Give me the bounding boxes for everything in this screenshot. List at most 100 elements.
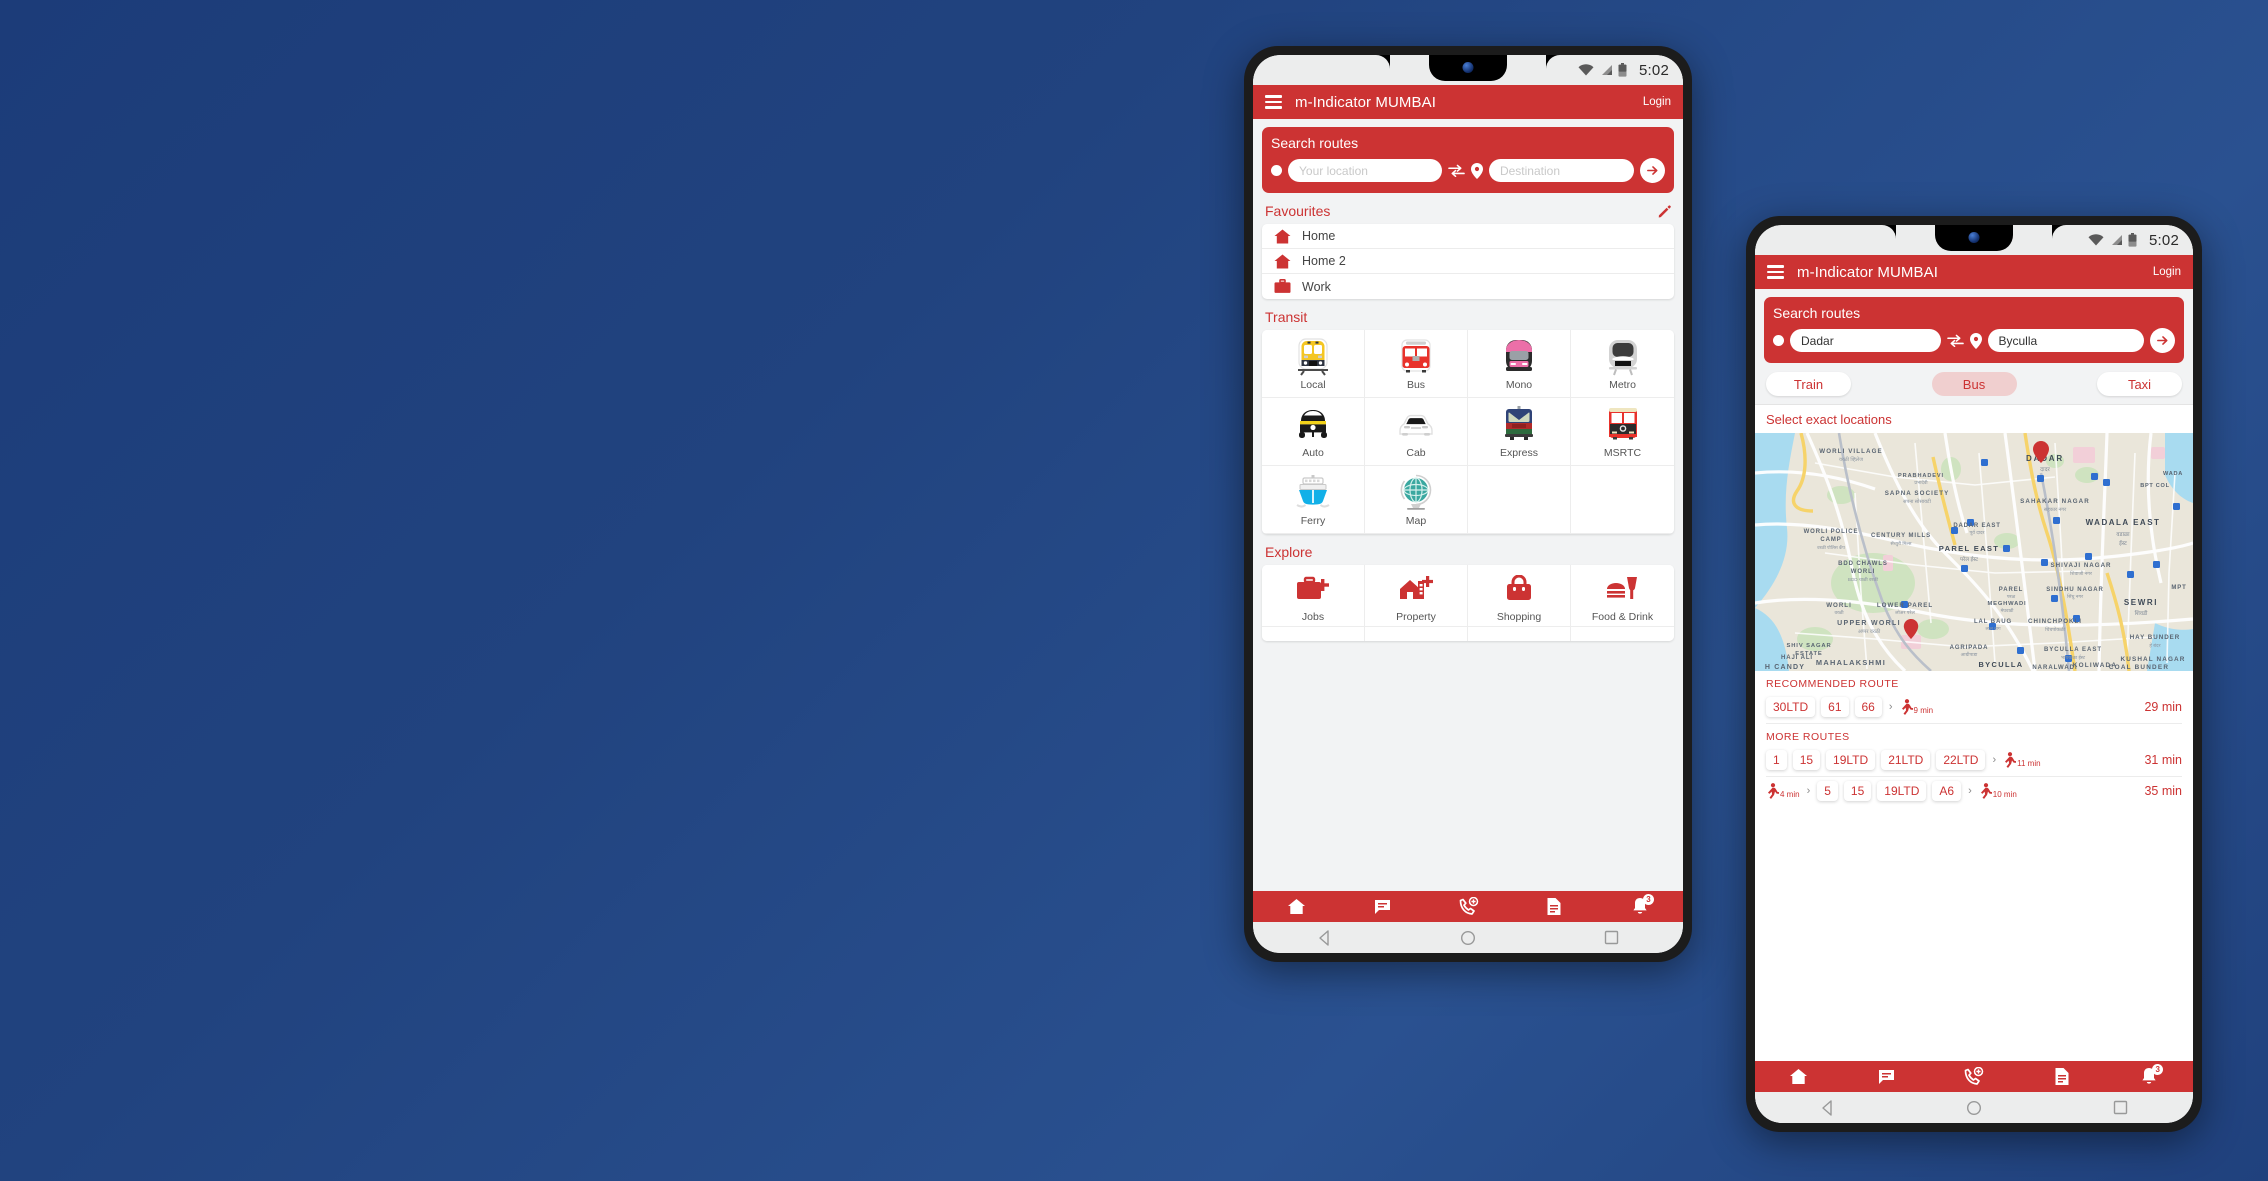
login-button[interactable]: Login: [1643, 96, 1671, 108]
svg-text:CHINCHPOKLI: CHINCHPOKLI: [2028, 618, 2082, 625]
explore-tile-jobs[interactable]: Jobs: [1262, 565, 1365, 627]
svg-text:WADA: WADA: [2163, 471, 2183, 477]
route-chip[interactable]: 61: [1821, 697, 1849, 717]
route-chip[interactable]: 1: [1766, 750, 1787, 770]
arrow-right-icon: [1647, 166, 1658, 175]
transit-tile-mono[interactable]: Mono: [1468, 330, 1571, 398]
explore-tile-property[interactable]: Property: [1365, 565, 1468, 627]
explore-tile-food-drink[interactable]: Food & Drink: [1571, 565, 1674, 627]
svg-text:BDD चाळी वरळी: BDD चाळी वरळी: [1848, 576, 1879, 582]
chevron-right-icon: ›: [1968, 785, 1972, 797]
notch-shoulder-left: [1376, 55, 1390, 69]
route-row[interactable]: 30LTD 61 66 › 9 min 29 min: [1766, 693, 2182, 724]
route-chip[interactable]: 15: [1843, 781, 1872, 801]
route-chip[interactable]: 5: [1817, 781, 1838, 801]
transit-tile-metro[interactable]: Metro: [1571, 330, 1674, 398]
route-chip[interactable]: 30LTD: [1766, 697, 1816, 717]
list-item[interactable]: Home: [1262, 224, 1674, 249]
hamburger-icon[interactable]: [1767, 265, 1784, 279]
back-triangle-icon[interactable]: [1820, 1099, 1836, 1116]
route-chip[interactable]: 66: [1854, 697, 1882, 717]
recents-square-icon[interactable]: [1604, 930, 1619, 945]
svg-text:PAREL: PAREL: [1999, 587, 2023, 593]
bus-icon: [1397, 337, 1435, 377]
home-circle-icon[interactable]: [1460, 930, 1476, 946]
route-chip[interactable]: A6: [1932, 781, 1962, 801]
transit-tile-label: Local: [1300, 378, 1326, 391]
destination-input[interactable]: Byculla: [1987, 329, 2144, 352]
home-circle-icon[interactable]: [1966, 1100, 1982, 1116]
hamburger-icon[interactable]: [1265, 95, 1282, 109]
nav-document[interactable]: [2042, 1061, 2082, 1092]
search-go-button[interactable]: [1640, 158, 1665, 183]
transit-tile-cab[interactable]: Cab: [1365, 398, 1468, 466]
swap-arrows-icon[interactable]: [1448, 164, 1465, 177]
battery-icon: [2128, 233, 2137, 247]
tab-train[interactable]: Train: [1766, 372, 1851, 396]
list-item[interactable]: Home 2: [1262, 249, 1674, 274]
transit-tile-msrtc[interactable]: MSRTC: [1571, 398, 1674, 466]
transit-tile-map[interactable]: Map: [1365, 466, 1468, 534]
tab-bus[interactable]: Bus: [1931, 372, 2017, 396]
list-item[interactable]: Work: [1262, 274, 1674, 299]
explore-tile-shopping[interactable]: Shopping: [1468, 565, 1571, 627]
svg-text:SAHAKAR NAGAR: SAHAKAR NAGAR: [2020, 498, 2090, 505]
msrtc-bus-icon: [1604, 405, 1642, 445]
walk-duration: 9 min: [1913, 706, 1934, 715]
map-pin-icon: [1969, 332, 1982, 349]
nav-chat[interactable]: [1362, 891, 1402, 922]
transit-tile-label: Ferry: [1300, 514, 1326, 527]
login-button[interactable]: Login: [2153, 266, 2181, 278]
destination-input[interactable]: Destination: [1488, 159, 1634, 182]
route-row[interactable]: 4 min › 5 15 19LTD A6 › 10 min 35 min: [1766, 777, 2182, 807]
svg-text:लाल बाग: लाल बाग: [1985, 626, 2001, 631]
svg-text:BYCULLA: BYCULLA: [1978, 660, 2023, 669]
svg-text:NARALWADI: NARALWADI: [2032, 665, 2077, 671]
svg-text:सहकार नगर: सहकार नगर: [2044, 507, 2067, 513]
nav-call-add[interactable]: [1448, 891, 1488, 922]
transit-tile-ferry[interactable]: Ferry: [1262, 466, 1365, 534]
favourites-title: Favourites: [1265, 203, 1331, 219]
route-row[interactable]: 1 15 19LTD 21LTD 22LTD › 11 min 31 min: [1766, 746, 2182, 777]
svg-text:मेघवाडी: मेघवाडी: [2001, 607, 2015, 613]
pencil-icon[interactable]: [1658, 204, 1671, 218]
transit-tile-express[interactable]: Express: [1468, 398, 1571, 466]
nav-notifications[interactable]: 3: [1620, 891, 1660, 922]
bottom-navigation: 3: [1253, 891, 1683, 922]
express-train-icon: [1500, 405, 1538, 445]
svg-text:MEGHWADI: MEGHWADI: [1988, 601, 2027, 607]
swap-arrows-icon[interactable]: [1946, 334, 1964, 347]
svg-text:शिवडी: शिवडी: [2135, 609, 2148, 617]
transit-title: Transit: [1265, 309, 1308, 325]
svg-text:CAMP: CAMP: [1820, 537, 1841, 543]
favourites-card: Home Home 2 Work: [1262, 224, 1674, 299]
back-triangle-icon[interactable]: [1317, 929, 1333, 946]
recents-square-icon[interactable]: [2113, 1100, 2128, 1115]
route-chip[interactable]: 15: [1792, 750, 1821, 770]
recommended-route-header: RECOMMENDED ROUTE: [1766, 678, 1899, 690]
nav-home[interactable]: [1276, 891, 1316, 922]
origin-input[interactable]: Your location: [1288, 159, 1442, 182]
transit-tile-auto[interactable]: Auto: [1262, 398, 1365, 466]
origin-dot-icon: [1271, 165, 1282, 176]
transit-tile-bus[interactable]: Bus: [1365, 330, 1468, 398]
nav-chat[interactable]: [1866, 1061, 1906, 1092]
jobs-briefcase-plus-icon: [1295, 569, 1331, 609]
battery-icon: [1618, 63, 1627, 77]
nav-document[interactable]: [1534, 891, 1574, 922]
origin-input[interactable]: Dadar: [1790, 329, 1941, 352]
svg-text:WORLI: WORLI: [1851, 569, 1876, 575]
route-total-time: 35 min: [2144, 784, 2182, 798]
svg-text:प्रभादेवी: प्रभादेवी: [1914, 479, 1928, 485]
tab-taxi[interactable]: Taxi: [2097, 372, 2182, 396]
transit-tile-local[interactable]: Local: [1262, 330, 1365, 398]
nav-home[interactable]: [1779, 1061, 1819, 1092]
route-chip[interactable]: 21LTD: [1881, 750, 1931, 770]
search-go-button[interactable]: [2150, 328, 2175, 353]
route-chip[interactable]: 22LTD: [1936, 750, 1986, 770]
nav-call-add[interactable]: [1954, 1061, 1994, 1092]
route-chip[interactable]: 19LTD: [1826, 750, 1876, 770]
route-chip[interactable]: 19LTD: [1877, 781, 1927, 801]
route-map[interactable]: WORLI VILLAGE वरळी व्हिलेज PRABHADEVI प्…: [1755, 433, 2193, 671]
nav-notifications[interactable]: 3: [2129, 1061, 2169, 1092]
